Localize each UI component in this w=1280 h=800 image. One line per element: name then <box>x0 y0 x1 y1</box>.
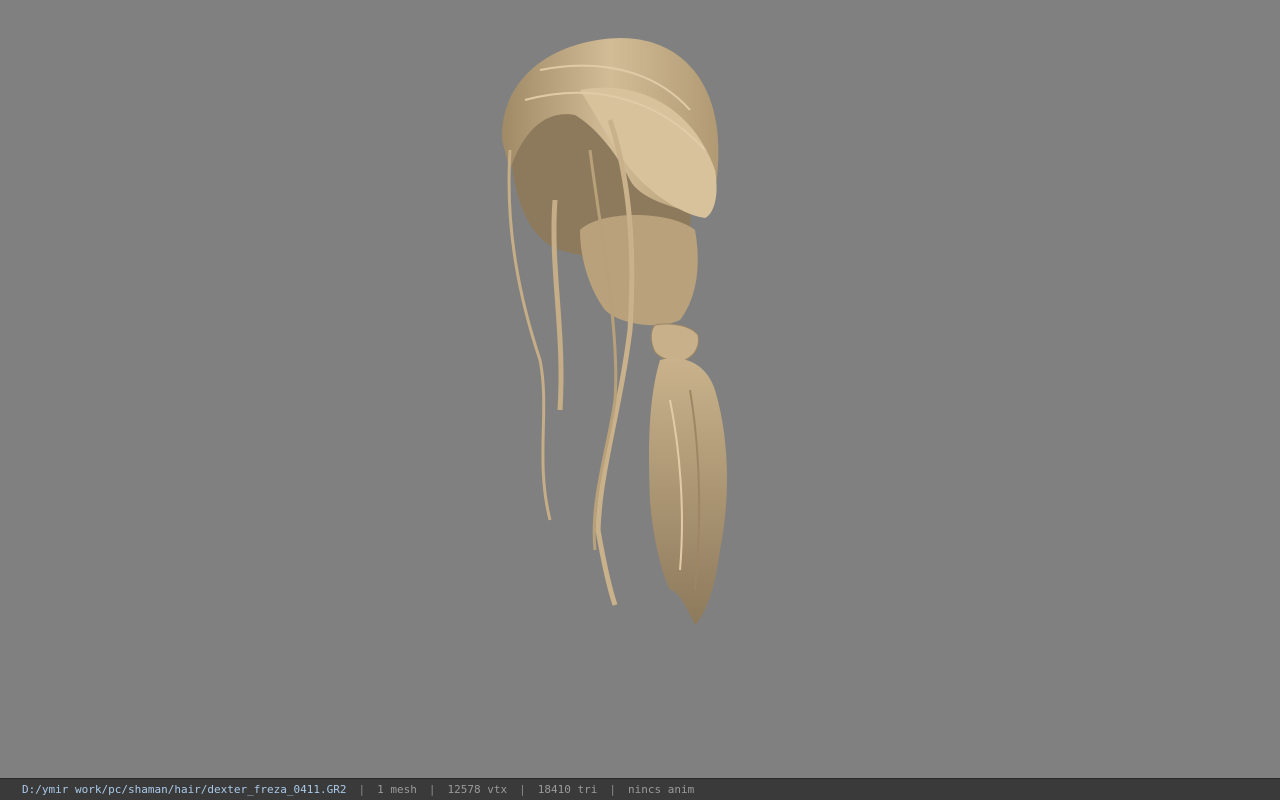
separator: | <box>428 783 436 796</box>
vertex-count: 12578 vtx <box>447 783 508 796</box>
3d-viewport[interactable] <box>0 0 1280 778</box>
anim-status: nincs anim <box>627 783 695 796</box>
separator: | <box>609 783 616 796</box>
hair-model <box>501 38 727 625</box>
status-bar: D:/ymir work/pc/shaman/hair/dexter_freza… <box>0 778 1280 800</box>
file-path: D:/ymir work/pc/shaman/hair/dexter_freza… <box>22 783 347 796</box>
mesh-count: 1 mesh <box>377 783 417 796</box>
triangle-count: 18410 tri <box>537 783 598 796</box>
separator: | <box>519 783 526 796</box>
separator: | <box>358 783 366 796</box>
